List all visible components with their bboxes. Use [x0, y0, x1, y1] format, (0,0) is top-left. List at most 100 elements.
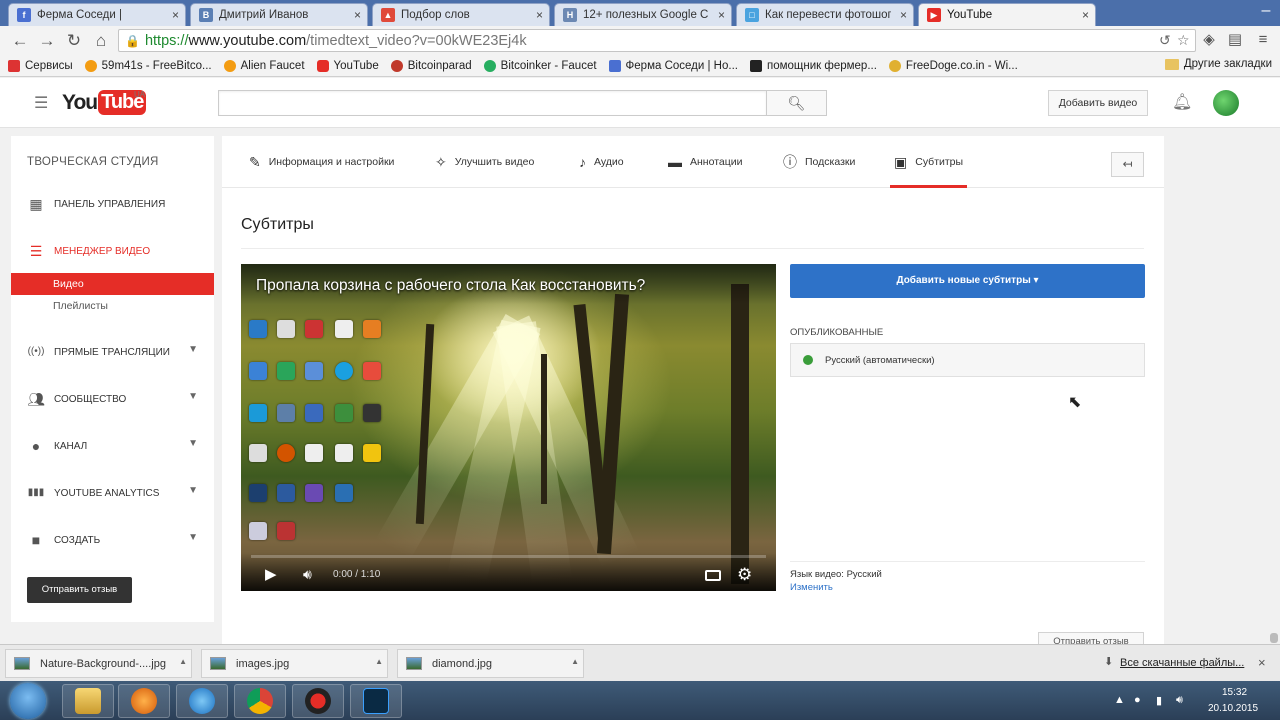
search-button[interactable]: 🔍︎	[766, 90, 827, 116]
other-bookmarks[interactable]: Другие закладки	[1164, 58, 1272, 70]
window-minimize-icon[interactable]: –	[1256, 0, 1276, 26]
tray-app-icon[interactable]: ●	[1134, 694, 1141, 706]
tab-annotations[interactable]: ▬ Аннотации	[668, 136, 743, 188]
tab-label: Аннотации	[690, 156, 743, 168]
sidebar-subitem-videos[interactable]: Видео	[11, 273, 214, 295]
sidebar-subitem-playlists[interactable]: Плейлисты	[11, 295, 214, 317]
mouse-cursor-icon: ⬉	[1068, 394, 1082, 411]
back-arrow-icon[interactable]: ←	[8, 29, 32, 53]
speaker-icon[interactable]: 🔊︎	[1176, 694, 1183, 707]
browser-tab-4[interactable]: H 12+ полезных Google C ×	[554, 3, 732, 26]
chevron-up-icon[interactable]: ▲	[179, 657, 187, 666]
add-subtitles-button[interactable]: Добавить новые субтитры ▾	[790, 264, 1145, 298]
taskbar-ie[interactable]	[176, 684, 228, 718]
extension-icon[interactable]: ◈	[1198, 29, 1220, 51]
history-icon[interactable]: ↺	[1159, 32, 1171, 49]
sidebar-item-dashboard[interactable]: ▦ Панель управления	[11, 190, 214, 218]
subtitle-track-row[interactable]: Русский (автоматически)	[790, 343, 1145, 377]
taskbar-explorer[interactable]	[62, 684, 114, 718]
bookmark-item[interactable]: 59m41s - FreeBitco...	[84, 59, 212, 72]
taskbar-media[interactable]	[118, 684, 170, 718]
start-button[interactable]	[10, 683, 46, 719]
tab-label: Улучшить видео	[454, 156, 535, 168]
page-scrollbar[interactable]	[1268, 128, 1280, 644]
bookmark-item[interactable]: помощник фермер...	[749, 59, 877, 72]
desktop-icon	[249, 444, 267, 462]
play-icon[interactable]: ▶	[265, 565, 277, 583]
avatar[interactable]	[1213, 90, 1239, 116]
chevron-up-icon[interactable]: ▲	[571, 657, 579, 666]
browser-tab-2[interactable]: В Дмитрий Иванов ×	[190, 3, 368, 26]
address-bar[interactable]: 🔒 https://www.youtube.com/timedtext_vide…	[118, 29, 1196, 52]
browser-tab-1[interactable]: f Ферма Соседи | ×	[8, 3, 186, 26]
reload-icon[interactable]: ↻	[62, 29, 86, 53]
send-feedback-button[interactable]: Отправить отзыв	[27, 577, 132, 603]
download-filename: diamond.jpg	[432, 657, 492, 670]
search-input[interactable]	[218, 90, 767, 116]
download-item[interactable]: images.jpg ▲	[201, 649, 388, 678]
gear-icon[interactable]: ⚙	[737, 565, 752, 585]
tab-favicon-icon: В	[199, 8, 213, 22]
browser-tab-strip: f Ферма Соседи | × В Дмитрий Иванов × ▲ …	[0, 0, 1280, 26]
bookmark-favicon-icon	[483, 59, 496, 72]
scrollbar-thumb[interactable]	[1270, 633, 1278, 643]
extension-2-icon[interactable]: ▤	[1224, 29, 1246, 51]
taskbar-chrome[interactable]	[234, 684, 286, 718]
sidebar-item-create[interactable]: ■ Создать ▼	[11, 526, 214, 554]
chevron-up-icon[interactable]: ▲	[375, 657, 383, 666]
sidebar-item-live[interactable]: ((•)) Прямые трансляции ▼	[11, 338, 214, 366]
all-downloads-link[interactable]: Все скачанные файлы...	[1120, 657, 1244, 669]
browser-tab-youtube[interactable]: ▶ YouTube ×	[918, 3, 1096, 26]
volume-icon[interactable]: 🔊︎	[303, 566, 312, 583]
tab-audio[interactable]: ♪ Аудио	[579, 136, 624, 188]
forward-arrow-icon[interactable]: →	[35, 29, 59, 53]
bookmark-item[interactable]: Сервисы	[8, 59, 73, 72]
video-player[interactable]: Пропала корзина с рабочего стола Как вос…	[241, 264, 776, 591]
tab-close-icon[interactable]: ×	[536, 8, 543, 22]
tray-expand-icon[interactable]: ▲	[1114, 694, 1125, 706]
network-icon[interactable]: ▮	[1156, 694, 1162, 707]
progress-bar[interactable]	[251, 555, 766, 558]
download-item[interactable]: Nature-Background-....jpg ▲	[5, 649, 192, 678]
menu-icon[interactable]: ≡	[1252, 29, 1274, 51]
tab-info-settings[interactable]: ✎ Информация и настройки	[249, 136, 394, 188]
home-icon[interactable]: ⌂	[89, 29, 113, 53]
close-icon[interactable]: ×	[1258, 655, 1266, 670]
notification-bell-icon[interactable]: 🔔︎	[1172, 92, 1192, 112]
bookmark-item[interactable]: Alien Faucet	[223, 59, 305, 72]
sidebar-item-analytics[interactable]: ▮▮▮ YouTube Analytics ▼	[11, 479, 214, 507]
back-button[interactable]: ↤	[1111, 152, 1144, 177]
sidebar-item-video-manager[interactable]: ☰ Менеджер видео	[11, 237, 214, 265]
desktop-icon	[277, 320, 295, 338]
channel-icon: ●	[31, 438, 41, 454]
bookmark-item[interactable]: Bitcoinker - Faucet	[483, 59, 597, 72]
bookmark-item[interactable]: Bitcoinparad	[390, 59, 472, 72]
sidebar-item-community[interactable]: 👥︎ Сообщество ▼	[11, 385, 214, 413]
tab-enhance[interactable]: ✧ Улучшить видео	[435, 136, 534, 188]
tab-close-icon[interactable]: ×	[172, 8, 179, 22]
browser-tab-3[interactable]: ▲ Подбор слов ×	[372, 3, 550, 26]
image-file-icon	[210, 657, 226, 670]
tab-close-icon[interactable]: ×	[900, 8, 907, 22]
bookmark-item[interactable]: Ферма Соседи | Но...	[608, 59, 738, 72]
hamburger-menu-icon[interactable]: ☰	[34, 93, 48, 113]
browser-tab-5[interactable]: □ Как перевести фотошоп ×	[736, 3, 914, 26]
tab-close-icon[interactable]: ×	[718, 8, 725, 22]
tab-label: Аудио	[594, 156, 624, 168]
send-feedback-bottom-button[interactable]: Отправить отзыв	[1038, 632, 1144, 644]
captions-icon[interactable]	[705, 570, 721, 581]
bookmark-item[interactable]: YouTube	[316, 59, 379, 72]
tab-close-icon[interactable]: ×	[354, 8, 361, 22]
sidebar-item-channel[interactable]: ● Канал ▼	[11, 432, 214, 460]
download-item[interactable]: diamond.jpg ▲	[397, 649, 584, 678]
bookmark-item[interactable]: FreeDoge.co.in - Wi...	[888, 59, 1018, 72]
change-language-link[interactable]: Изменить	[790, 582, 833, 593]
taskbar-recorder[interactable]	[292, 684, 344, 718]
cc-icon: ▣	[894, 153, 908, 170]
upload-video-button[interactable]: Добавить видео	[1048, 90, 1148, 116]
tab-cards[interactable]: ⓘ Подсказки	[783, 136, 855, 188]
taskbar-photoshop[interactable]	[350, 684, 402, 718]
tab-subtitles[interactable]: ▣ Субтитры	[889, 136, 968, 188]
tab-close-icon[interactable]: ×	[1082, 8, 1089, 22]
bookmark-star-icon[interactable]: ☆	[1177, 32, 1190, 49]
